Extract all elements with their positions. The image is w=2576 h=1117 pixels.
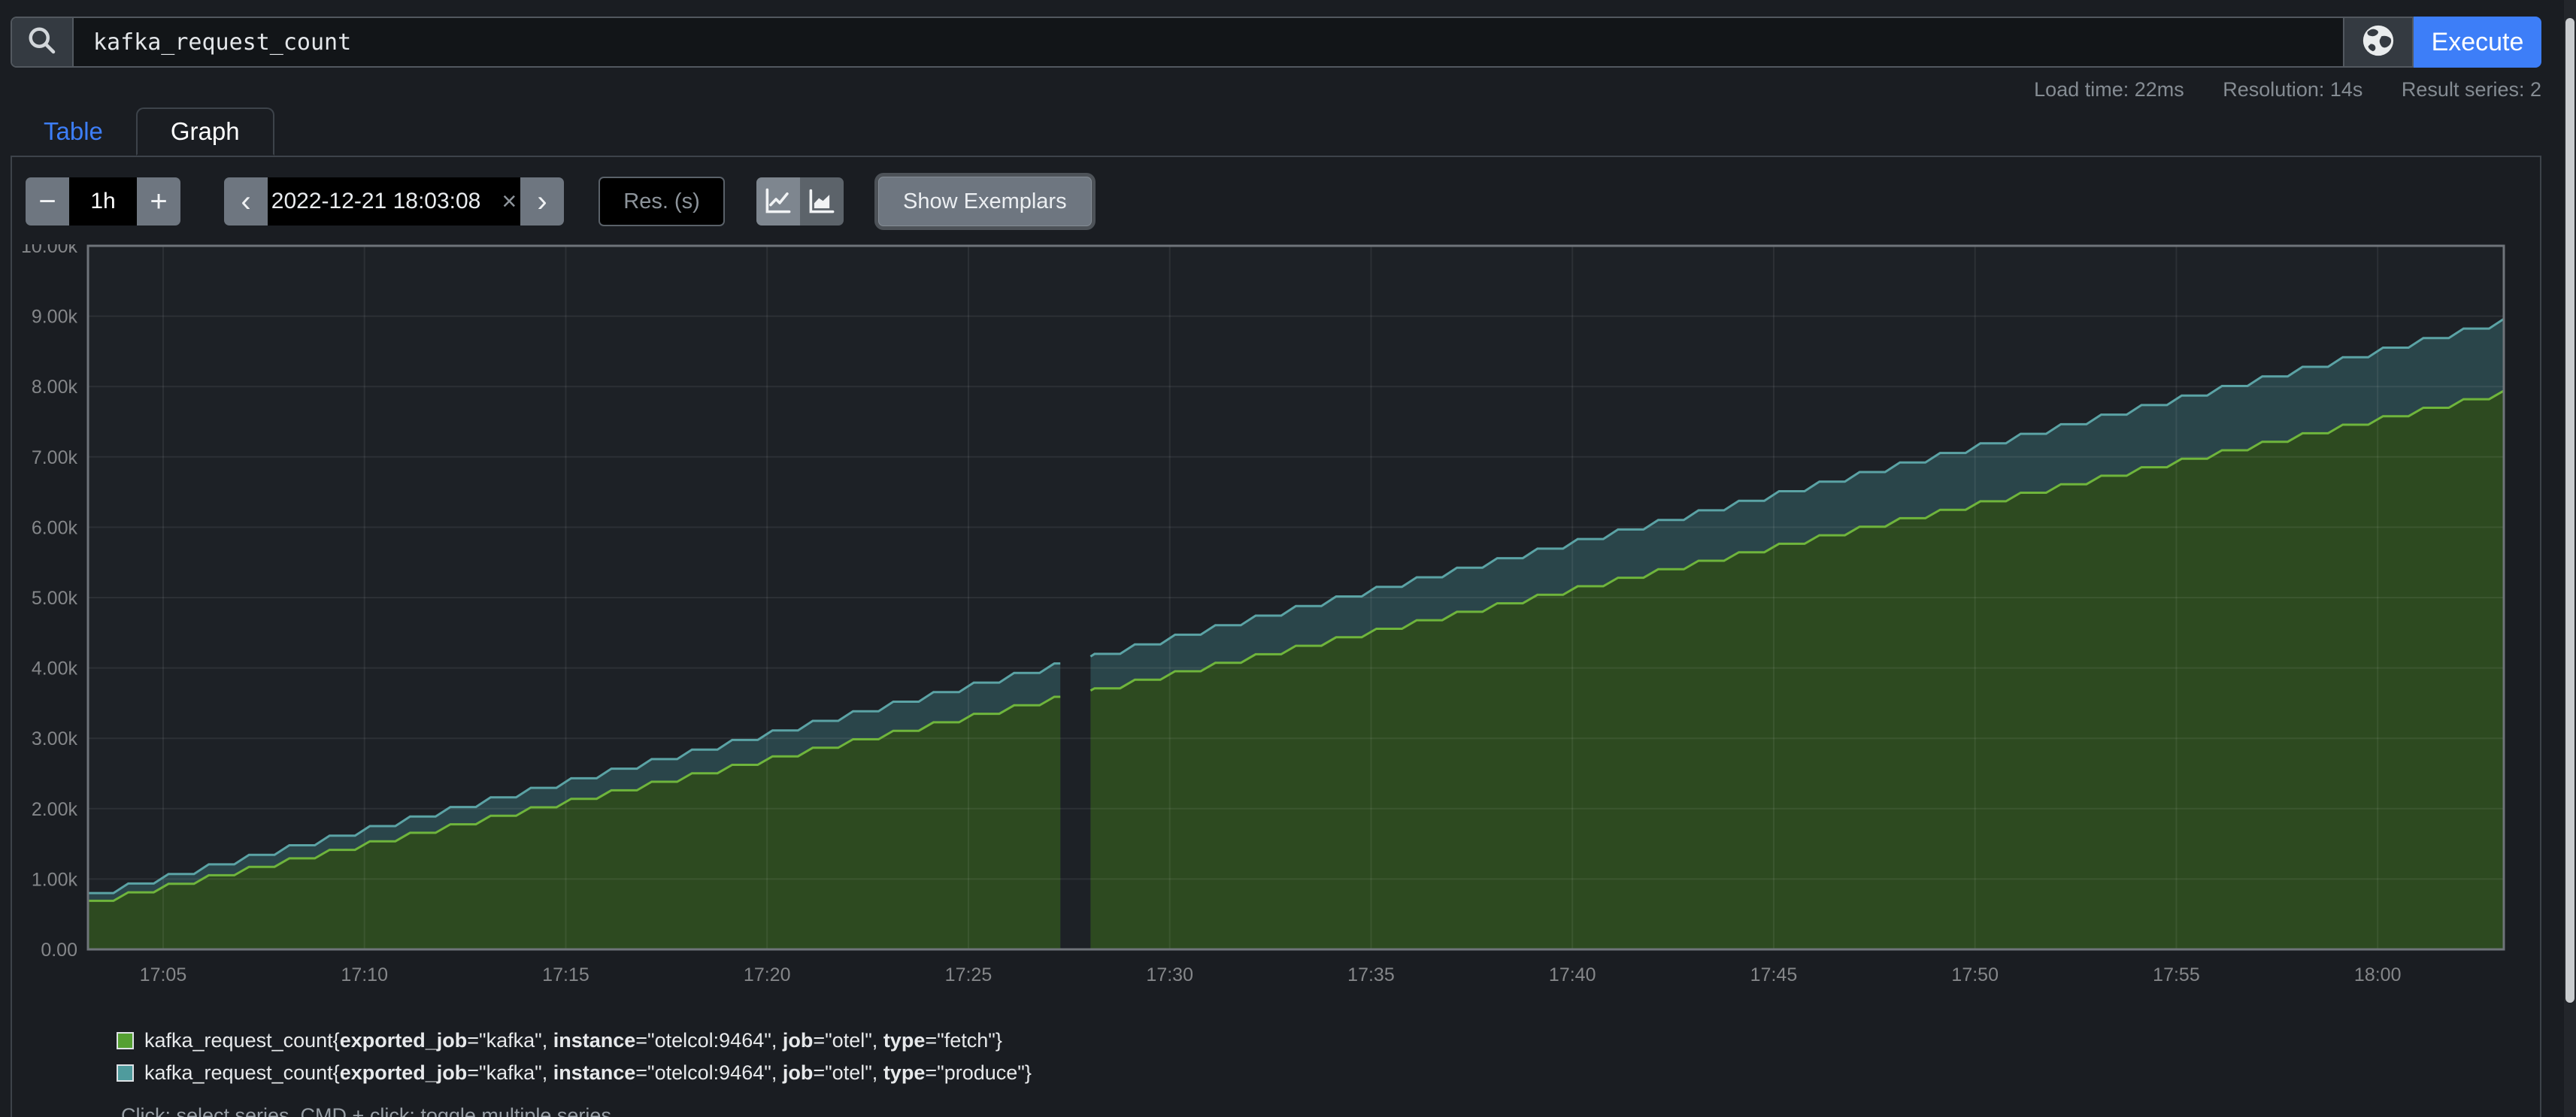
query-stats: Load time: 22ms Resolution: 14s Result s…	[11, 78, 2541, 101]
range-increase-button[interactable]: +	[137, 177, 180, 226]
legend-swatch	[117, 1064, 134, 1082]
time-back-button[interactable]: ‹	[224, 177, 268, 226]
range-input[interactable]	[69, 177, 137, 226]
resolution-input[interactable]	[599, 177, 725, 226]
legend-item-produce[interactable]: kafka_request_count{exported_job="kafka"…	[117, 1061, 2540, 1085]
end-time-value: 2022-12-21 18:03:08	[271, 189, 481, 214]
svg-text:17:10: 17:10	[341, 964, 388, 985]
graph-legend: kafka_request_count{exported_job="kafka"…	[117, 1029, 2540, 1085]
svg-text:1.00k: 1.00k	[32, 869, 78, 890]
svg-text:8.00k: 8.00k	[32, 377, 78, 398]
load-time: Load time: 22ms	[2034, 78, 2184, 101]
graph-canvas[interactable]: 0.00 1.00k 2.00k 3.00k 4.00k 5.00k 6.00k 7.00k 8…	[12, 244, 2526, 990]
svg-text:17:05: 17:05	[140, 964, 187, 985]
line-chart-icon	[765, 187, 792, 216]
globe-icon	[2361, 23, 2396, 62]
svg-text:17:25: 17:25	[945, 964, 993, 985]
svg-text:6.00k: 6.00k	[32, 517, 78, 538]
svg-text:7.00k: 7.00k	[32, 447, 78, 468]
legend-swatch	[117, 1032, 134, 1049]
show-exemplars-button[interactable]: Show Exemplars	[878, 177, 1092, 226]
end-time-input[interactable]: 2022-12-21 18:03:08 ×	[268, 177, 520, 226]
legend-help-text: Click: select series, CMD + click: toggl…	[121, 1104, 2540, 1117]
scrollbar-track[interactable]	[2564, 0, 2576, 1117]
svg-text:4.00k: 4.00k	[32, 658, 78, 680]
svg-text:9.00k: 9.00k	[32, 307, 78, 328]
svg-text:18:00: 18:00	[2354, 964, 2402, 985]
svg-text:2.00k: 2.00k	[32, 799, 78, 820]
svg-text:0.00: 0.00	[41, 940, 77, 961]
time-forward-button[interactable]: ›	[520, 177, 564, 226]
tab-graph[interactable]: Graph	[136, 107, 274, 156]
range-decrease-button[interactable]: −	[26, 177, 69, 226]
chart-type-toggle	[756, 177, 844, 226]
result-series: Result series: 2	[2402, 78, 2541, 101]
stacked-chart-button[interactable]	[800, 177, 844, 226]
clear-time-icon[interactable]: ×	[502, 187, 517, 216]
tab-table[interactable]: Table	[11, 107, 136, 156]
graph-toolbar: − + ‹ 2022-12-21 18:03:08 × ›	[12, 157, 2540, 244]
svg-text:17:50: 17:50	[1951, 964, 1999, 985]
svg-text:17:15: 17:15	[542, 964, 589, 985]
legend-item-fetch[interactable]: kafka_request_count{exported_job="kafka"…	[117, 1029, 2540, 1052]
legend-series-text: kafka_request_count{exported_job="kafka"…	[144, 1061, 1032, 1085]
resolution: Resolution: 14s	[2223, 78, 2362, 101]
graph-panel: − + ‹ 2022-12-21 18:03:08 × ›	[11, 157, 2541, 1117]
line-chart-button[interactable]	[756, 177, 800, 226]
svg-text:3.00k: 3.00k	[32, 728, 78, 749]
svg-text:17:20: 17:20	[744, 964, 791, 985]
search-icon	[27, 26, 57, 59]
execute-button[interactable]: Execute	[2414, 17, 2541, 68]
svg-text:10.00k: 10.00k	[21, 244, 78, 257]
local-time-button[interactable]	[2344, 17, 2414, 68]
range-control: − +	[26, 177, 180, 226]
search-addon	[12, 18, 74, 66]
svg-text:17:40: 17:40	[1549, 964, 1596, 985]
query-input-group	[11, 17, 2344, 68]
legend-series-text: kafka_request_count{exported_job="kafka"…	[144, 1029, 1002, 1052]
view-tabs: Table Graph	[11, 107, 2541, 157]
query-bar: Execute	[11, 17, 2541, 68]
svg-text:5.00k: 5.00k	[32, 588, 78, 609]
prometheus-expression-browser: Execute Load time: 22ms Resolution: 14s …	[0, 0, 2576, 1117]
svg-text:17:30: 17:30	[1146, 964, 1193, 985]
expression-input[interactable]	[74, 18, 2343, 66]
svg-text:17:55: 17:55	[2153, 964, 2200, 985]
scrollbar-thumb[interactable]	[2565, 18, 2574, 1003]
svg-text:17:45: 17:45	[1750, 964, 1798, 985]
stacked-chart-icon	[808, 187, 835, 216]
svg-text:17:35: 17:35	[1347, 964, 1395, 985]
time-control: ‹ 2022-12-21 18:03:08 × ›	[224, 177, 564, 226]
